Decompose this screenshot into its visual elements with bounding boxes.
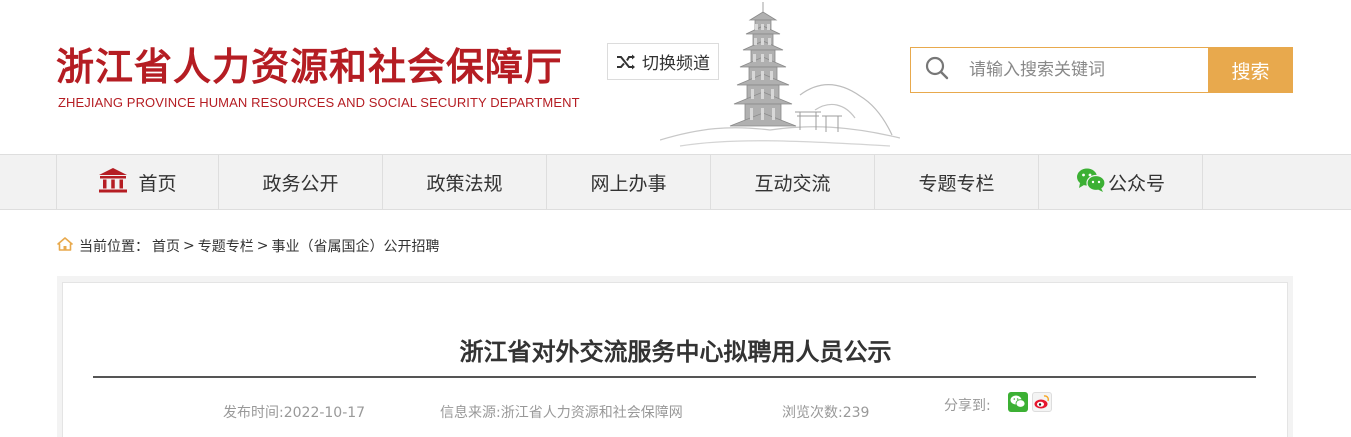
nav-item-home[interactable]: 首页 (57, 155, 219, 209)
info-source: 信息来源:浙江省人力资源和社会保障网 (440, 405, 683, 421)
nav-item-interaction[interactable]: 互动交流 (711, 155, 875, 209)
main-nav: 首页 政务公开 政策法规 网上办事 互动交流 专题专栏 公众号 (0, 154, 1351, 210)
breadcrumb-separator: > (183, 238, 195, 254)
site-logo-title[interactable]: 浙江省人力资源和社会保障厅 (56, 36, 563, 91)
main-nav-list: 首页 政务公开 政策法规 网上办事 互动交流 专题专栏 公众号 (56, 155, 1203, 209)
breadcrumb-link-special-topics[interactable]: 专题专栏 (198, 236, 254, 256)
nav-item-label: 互动交流 (754, 172, 831, 195)
search-bar: 搜索 (910, 47, 1293, 93)
breadcrumb-prefix: 当前位置： (79, 239, 149, 255)
nav-item-government-affairs[interactable]: 政务公开 (219, 155, 383, 209)
nav-item-label: 专题专栏 (918, 172, 995, 195)
search-button[interactable]: 搜索 (1208, 47, 1293, 93)
article-title: 浙江省对外交流服务中心拟聘用人员公示 (459, 338, 892, 366)
share-wechat-icon[interactable] (1008, 392, 1028, 412)
pagoda-illustration (660, 2, 900, 147)
nav-item-online-services[interactable]: 网上办事 (547, 155, 711, 209)
search-field[interactable] (910, 47, 1208, 93)
home-icon (57, 237, 73, 255)
title-divider (93, 376, 1256, 378)
wechat-icon (1076, 167, 1106, 198)
publish-time: 发布时间:2022-10-17 (223, 405, 366, 421)
nav-item-label: 首页 (138, 172, 177, 195)
shuffle-icon (616, 54, 636, 70)
breadcrumb-link-recruitment[interactable]: 事业（省属国企）公开招聘 (271, 236, 439, 256)
nav-item-special-topics[interactable]: 专题专栏 (875, 155, 1039, 209)
share-label: 分享到: (944, 398, 991, 414)
search-input[interactable] (969, 60, 1189, 80)
nav-item-label: 政务公开 (262, 172, 339, 195)
site-logo-subtitle: ZHEJIANG PROVINCE HUMAN RESOURCES AND SO… (58, 95, 580, 110)
nav-item-public-account[interactable]: 公众号 (1039, 155, 1203, 209)
site-header: 浙江省人力资源和社会保障厅 ZHEJIANG PROVINCE HUMAN RE… (0, 0, 1351, 154)
breadcrumb-link-home[interactable]: 首页 (152, 236, 180, 256)
nav-item-label: 政策法规 (426, 172, 503, 195)
home-building-icon (98, 167, 128, 198)
share-weibo-icon[interactable] (1032, 392, 1052, 412)
breadcrumb: 当前位置： 首页 > 专题专栏 > 事业（省属国企）公开招聘 (57, 236, 442, 256)
breadcrumb-separator: > (256, 238, 269, 254)
nav-item-label: 网上办事 (590, 172, 667, 195)
nav-item-label: 公众号 (1107, 172, 1165, 195)
view-count: 浏览次数:239 (782, 405, 870, 421)
search-icon (925, 56, 949, 84)
nav-item-policies[interactable]: 政策法规 (383, 155, 547, 209)
